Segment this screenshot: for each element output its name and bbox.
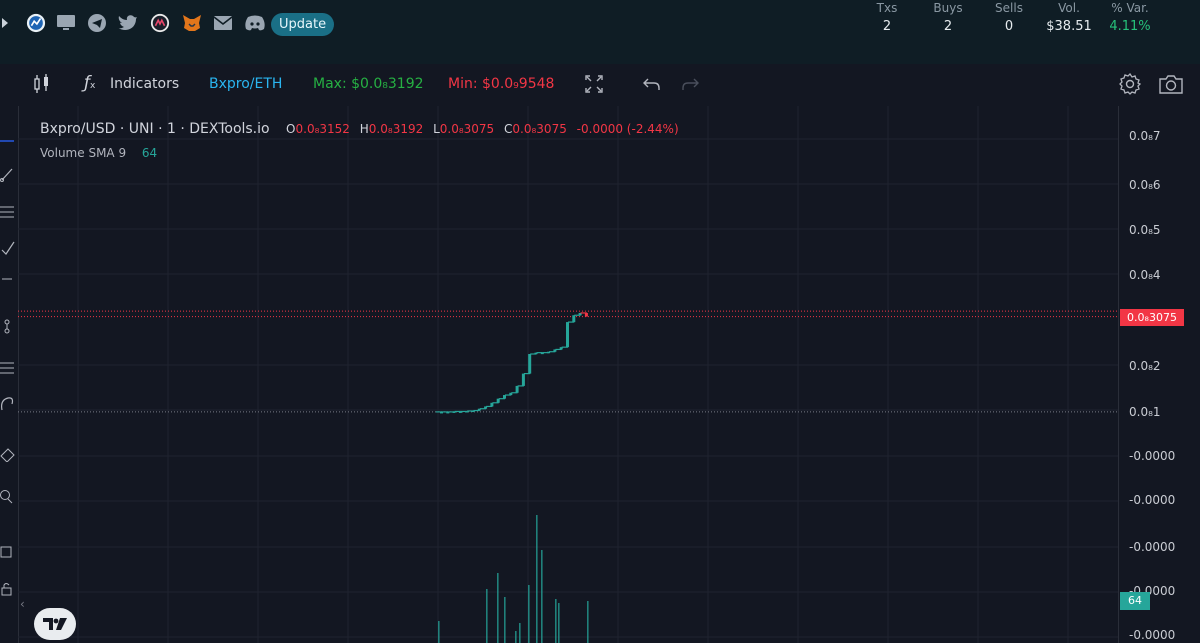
metamask-icon[interactable] [182,13,202,33]
stat-header: Buys [933,1,963,15]
camera-icon[interactable] [1158,73,1184,99]
volume-sma-value: 64 [141,146,158,160]
fullscreen-icon[interactable] [584,74,604,98]
y-tick: -0.0000 [1129,628,1176,642]
price-chart[interactable] [18,106,1118,643]
y-tick: 0.0₈7 [1129,129,1161,143]
crosshair-tool-icon[interactable] [0,133,16,149]
prediction-tool-icon[interactable] [0,360,16,376]
open-value: 0.0₈3152 [295,122,350,136]
volume-sma-label: Volume SMA 9 [40,146,127,160]
pair-switch-link[interactable]: Bxpro/ETH [209,76,282,92]
max-price-label: Max: $0.0₈3192 [313,76,424,92]
y-tick: 0.0₈5 [1129,223,1161,237]
stat-header: % Var. [1111,1,1149,15]
zoom-tool-icon[interactable] [0,489,16,505]
volume-tag: 64 [1120,592,1150,610]
volume-legend: Volume SMA 9 64 [40,146,157,160]
volume-bar [558,603,560,643]
stat-buys: Buys 2 [913,0,983,34]
candle [496,398,500,403]
candlestick-type-icon[interactable] [32,73,52,99]
low-label: L [433,122,440,136]
open-label: O [286,122,296,136]
volume-bar [519,623,521,643]
y-tick: 0.0₈6 [1129,178,1161,192]
discord-icon[interactable] [244,13,266,33]
chart-toolbar: ƒx Indicators Bxpro/ETH Max: $0.0₈3192 M… [18,64,1200,106]
stat-value: 2 [882,19,892,34]
price-axis[interactable]: 0.0₈7 0.0₈6 0.0₈5 0.0₈4 0.0₈2 0.0₈1 -0.0… [1118,106,1200,643]
symbol-label: Bxpro/USD · UNI · 1 · DEXTools.io [40,121,270,137]
settings-gear-icon[interactable] [1118,72,1142,100]
mail-icon[interactable] [213,13,233,33]
min-price-label: Min: $0.0₉9548 [448,76,555,92]
volume-bar [555,599,557,643]
ruler-tool-icon[interactable] [0,446,16,463]
dextools-icon[interactable] [26,13,46,33]
volume-bar [587,601,589,643]
y-tick: -0.0000 [1129,540,1176,554]
magnet-tool-icon[interactable] [0,543,16,559]
chevron-right-icon[interactable] [0,13,10,33]
trend-line-tool-icon[interactable] [0,166,16,182]
undo-icon[interactable] [642,76,662,96]
close-value: 0.0₈3075 [512,122,567,136]
y-tick: 0.0₈2 [1129,359,1161,373]
fib-tool-icon[interactable] [0,204,16,220]
indicators-button[interactable]: Indicators [110,76,179,92]
update-button[interactable]: Update [271,13,335,36]
chart-legend: Bxpro/USD · UNI · 1 · DEXTools.io O0.0₈3… [40,121,679,137]
stat-header: Txs [876,1,898,15]
volume-bar [486,589,488,643]
stat-txs: Txs 2 [852,0,922,34]
current-price-tag: 0.0₈3075 [1120,309,1184,326]
candle [515,385,519,393]
stat-header: Vol. [1058,1,1080,15]
volume-bar [528,585,530,643]
shape-tool-icon[interactable] [0,396,16,412]
tradingview-logo-icon[interactable] [34,608,76,640]
stat-value: 4.11% [1109,19,1151,34]
telegram-icon[interactable] [87,13,107,33]
y-tick: 0.0₈4 [1129,268,1161,282]
text-tool-icon[interactable] [0,276,16,292]
indicators-icon[interactable]: ƒx [84,73,95,93]
stat-value: $38.51 [1046,19,1092,34]
brush-tool-icon[interactable] [0,240,16,256]
redo-icon[interactable] [680,76,700,96]
y-tick: 0.0₈1 [1129,405,1161,419]
y-tick: -0.0000 [1129,493,1176,507]
candle [572,315,576,323]
stat-volume: Vol. $38.51 [1034,0,1104,34]
change-value: -0.0000 (-2.44%) [576,122,679,136]
high-label: H [359,122,369,136]
stat-variation: % Var. 4.11% [1095,0,1165,34]
volume-bar [515,631,517,643]
y-tick: -0.0000 [1129,449,1176,463]
candle [528,354,532,374]
volume-bar [497,573,499,643]
lock-tool-icon[interactable] [0,581,16,597]
stat-value: 2 [943,19,953,34]
coin-icon[interactable] [150,13,170,33]
drawing-toolbar [0,106,19,643]
high-value: 0.0₈3192 [368,122,424,136]
low-value: 0.0₈3075 [439,122,495,136]
twitter-icon[interactable] [118,13,138,33]
volume-bar [438,621,440,643]
top-bar: Update Txs 2 Buys 2 Sells 0 Vol. $38.51 … [0,0,1200,64]
candle [521,373,525,386]
pattern-tool-icon[interactable] [0,318,16,334]
volume-bar [541,550,543,643]
candle [566,322,569,348]
volume-bar [504,597,506,643]
monitor-icon[interactable] [56,13,76,33]
volume-bar [536,515,538,643]
